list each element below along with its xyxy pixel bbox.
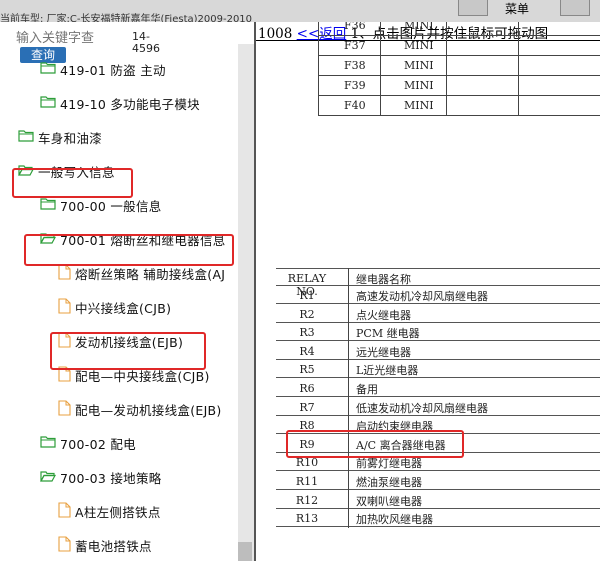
tree-item-label: A柱左侧搭铁点: [75, 504, 161, 520]
fuse-row: F36 MINI: [318, 22, 600, 36]
document-icon: [58, 501, 71, 521]
relay-table-header: RELAY NO. 继电器名称: [276, 268, 600, 298]
tree-item[interactable]: A柱左侧搭铁点: [58, 498, 161, 524]
highlight-box-general-info: [12, 168, 133, 198]
folder-open-icon: [39, 469, 57, 486]
relay-no: R7: [299, 400, 315, 414]
fuse-grid-line: [380, 22, 381, 116]
relay-name: 点火继电器: [356, 308, 411, 322]
fuse-row: F37 MINI: [318, 36, 600, 56]
relay-name: PCM 继电器: [356, 327, 420, 341]
folder-closed-icon: [40, 61, 56, 78]
relay-row: R6 备用: [276, 379, 600, 397]
fuse-row: F39 MINI: [318, 76, 600, 96]
fuse-type: MINI: [404, 79, 434, 92]
tree-item[interactable]: 700-03 接地策略: [39, 464, 162, 490]
tree-item-label: 419-10 多功能电子模块: [60, 96, 200, 112]
folder-closed-icon: [40, 95, 56, 112]
document-icon: [58, 535, 71, 555]
relay-name: 加热吹风继电器: [356, 513, 433, 527]
folder-closed-icon: [18, 129, 34, 146]
fuse-type: MINI: [404, 39, 434, 52]
fuse-grid-line: [518, 22, 519, 116]
top-toolbar: 当前车型: 厂家:C-长安福特新嘉年华(Fiesta)2009-2010 菜单: [0, 0, 600, 25]
relay-no: R5: [299, 363, 315, 377]
tree-item[interactable]: 419-01 防盗 主动: [40, 56, 166, 82]
scrollbar-thumb[interactable]: [238, 542, 252, 561]
vertical-scrollbar[interactable]: [238, 44, 254, 561]
relay-no: R2: [299, 307, 315, 321]
relay-no: R11: [295, 475, 319, 488]
folder-closed-icon: [40, 197, 56, 214]
fuse-row: F40 MINI: [318, 96, 600, 116]
tree-item[interactable]: 419-10 多功能电子模块: [40, 90, 200, 116]
tree-item-label: 配电—发动机接线盒(EJB): [75, 402, 222, 418]
relay-no: R1: [299, 289, 315, 302]
relay-name-header: 继电器名称: [356, 273, 411, 286]
tree-item-label: 419-01 防盗 主动: [60, 62, 166, 78]
relay-no: R6: [299, 382, 315, 395]
toolbar-button-left[interactable]: [458, 0, 488, 16]
search-input[interactable]: [16, 28, 128, 48]
relay-row: R12 双喇叭继电器: [276, 491, 600, 509]
relay-row: R13 加热吹风继电器: [276, 509, 600, 528]
left-navigation-panel: 查询 14- 4596 419-01 防盗 主动419-10 多功能电子模块车身…: [0, 22, 254, 561]
fuse-grid-line: [446, 22, 447, 116]
tree-item-label: 蓄电池搭铁点: [75, 538, 152, 554]
relay-name: 远光继电器: [356, 345, 411, 359]
fuse-type: MINI: [404, 99, 434, 112]
document-view: 1008 <<返回 1、点击图片并按住鼠标可拖动图 F36 MINI F37 MINI…: [256, 22, 600, 561]
tree-item[interactable]: 中兴接线盒(CJB): [58, 294, 171, 320]
highlight-box-relay-r9: [286, 430, 464, 458]
tree-item-label: 中兴接线盒(CJB): [75, 300, 172, 316]
relay-column-divider: [348, 268, 349, 528]
tree-item-label: 700-02 配电: [60, 436, 136, 452]
fuse-id: F39: [344, 79, 366, 92]
toolbar-button-right[interactable]: [560, 0, 590, 16]
tree-item-label: 熔断丝策略 辅助接线盒(AJ: [75, 266, 226, 282]
fuse-id: F38: [344, 59, 366, 72]
tree-item-label: 700-03 接地策略: [60, 470, 162, 486]
fuse-id: F40: [344, 99, 366, 112]
tree-item[interactable]: 配电—发动机接线盒(EJB): [58, 396, 222, 422]
relay-no: R12: [295, 493, 319, 507]
tree-item[interactable]: 车身和油漆: [18, 124, 102, 150]
fuse-type: MINI: [404, 59, 434, 72]
fuse-id: F37: [344, 39, 366, 52]
relay-row: R5 L近光继电器: [276, 360, 600, 379]
relay-row: R7 低速发动机冷却风扇继电器: [276, 398, 600, 416]
relay-row: R3 PCM 继电器: [276, 323, 600, 342]
fuse-row: F38 MINI: [318, 56, 600, 76]
fuse-id: F36: [344, 22, 366, 32]
document-icon: [58, 263, 71, 283]
tree-item-label: 700-00 一般信息: [60, 198, 162, 214]
relay-name: 双喇叭继电器: [356, 494, 422, 508]
relay-name: 燃油泵继电器: [356, 476, 422, 489]
folder-closed-icon: [40, 435, 56, 452]
relay-no: R3: [299, 326, 315, 340]
tree-item[interactable]: 蓄电池搭铁点: [58, 532, 152, 558]
document-icon: [58, 399, 71, 419]
tree-item[interactable]: 700-02 配电: [40, 430, 136, 456]
tree-item-label: 车身和油漆: [38, 130, 103, 146]
fuse-type: MINI: [404, 22, 434, 32]
relay-no: R13: [295, 512, 319, 526]
document-icon: [58, 297, 71, 317]
relay-name: 高速发动机冷却风扇继电器: [356, 290, 488, 303]
relay-name: L近光继电器: [356, 364, 419, 378]
relay-name: 低速发动机冷却风扇继电器: [356, 401, 488, 415]
relay-row: R4 远光继电器: [276, 342, 600, 360]
relay-name: 备用: [356, 383, 378, 396]
relay-row: R2 点火继电器: [276, 305, 600, 323]
relay-no: R10: [295, 456, 319, 470]
relay-row: R11 燃油泵继电器: [276, 472, 600, 490]
highlight-box-ejb: [50, 332, 206, 370]
fuse-grid-line: [318, 22, 319, 116]
relay-no: R4: [299, 344, 315, 358]
highlight-box-fuse-relay: [24, 234, 234, 266]
code-label-bottom: 4596: [132, 42, 160, 55]
relay-row: R1 高速发动机冷却风扇继电器: [276, 286, 600, 304]
menu-button[interactable]: 菜单: [505, 0, 529, 17]
